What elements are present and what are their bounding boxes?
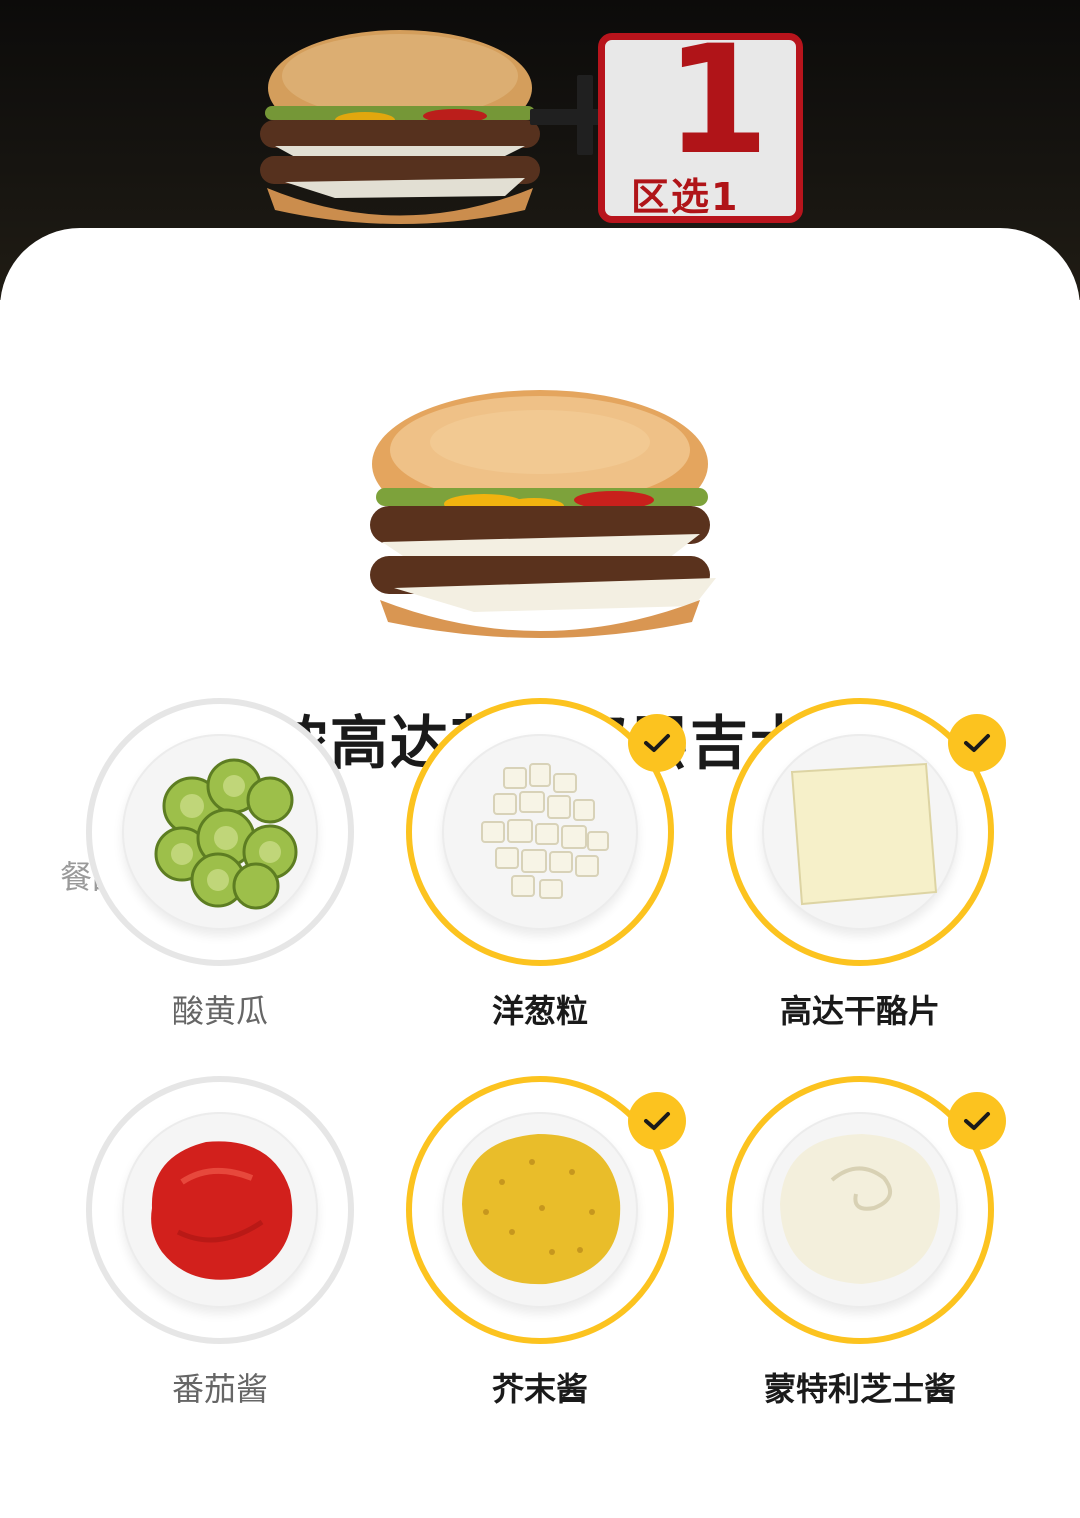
option-label: 蒙特利芝士酱 bbox=[763, 1370, 956, 1408]
option-onion[interactable]: 洋葱粒 bbox=[406, 698, 686, 1058]
option-gouda-slice[interactable]: 高达干酪片 bbox=[726, 698, 1006, 1058]
option-bowl bbox=[442, 1112, 638, 1308]
option-label: 高达干酪片 bbox=[779, 992, 940, 1030]
promo-badge: 1 区选1 bbox=[598, 26, 803, 223]
burger-image bbox=[370, 390, 716, 638]
check-icon bbox=[628, 714, 686, 772]
option-label: 酸黄瓜 bbox=[171, 992, 268, 1030]
check-icon bbox=[628, 1092, 686, 1150]
option-bowl bbox=[122, 734, 318, 930]
cheese-slice-icon bbox=[790, 762, 938, 906]
banner-burger-image bbox=[260, 30, 540, 224]
pickle-slices-icon bbox=[154, 758, 298, 910]
option-label: 芥末酱 bbox=[491, 1370, 588, 1408]
option-pickles[interactable]: 酸黄瓜 bbox=[86, 698, 366, 1058]
diced-onion-icon bbox=[481, 763, 609, 899]
option-bowl bbox=[762, 734, 958, 930]
option-label: 洋葱粒 bbox=[491, 992, 588, 1030]
check-icon bbox=[948, 714, 1006, 772]
option-label: 番茄酱 bbox=[171, 1370, 268, 1408]
option-bowl bbox=[442, 734, 638, 930]
promo-number: 1 bbox=[665, 14, 770, 188]
option-bowl bbox=[762, 1112, 958, 1308]
product-card: 浓浓高达芝士双层吉士堡 餐品定制(多选) 酸黄瓜 bbox=[0, 228, 1080, 1518]
option-bowl bbox=[122, 1112, 318, 1308]
cheese-sauce-icon bbox=[780, 1134, 940, 1284]
ketchup-icon bbox=[151, 1141, 293, 1280]
option-ketchup[interactable]: 番茄酱 bbox=[86, 1076, 366, 1436]
mustard-icon bbox=[462, 1134, 621, 1285]
check-icon bbox=[948, 1092, 1006, 1150]
option-monterey-sauce[interactable]: 蒙特利芝士酱 bbox=[726, 1076, 1006, 1436]
option-mustard[interactable]: 芥末酱 bbox=[406, 1076, 686, 1436]
promo-text: 区选1 bbox=[631, 175, 740, 219]
